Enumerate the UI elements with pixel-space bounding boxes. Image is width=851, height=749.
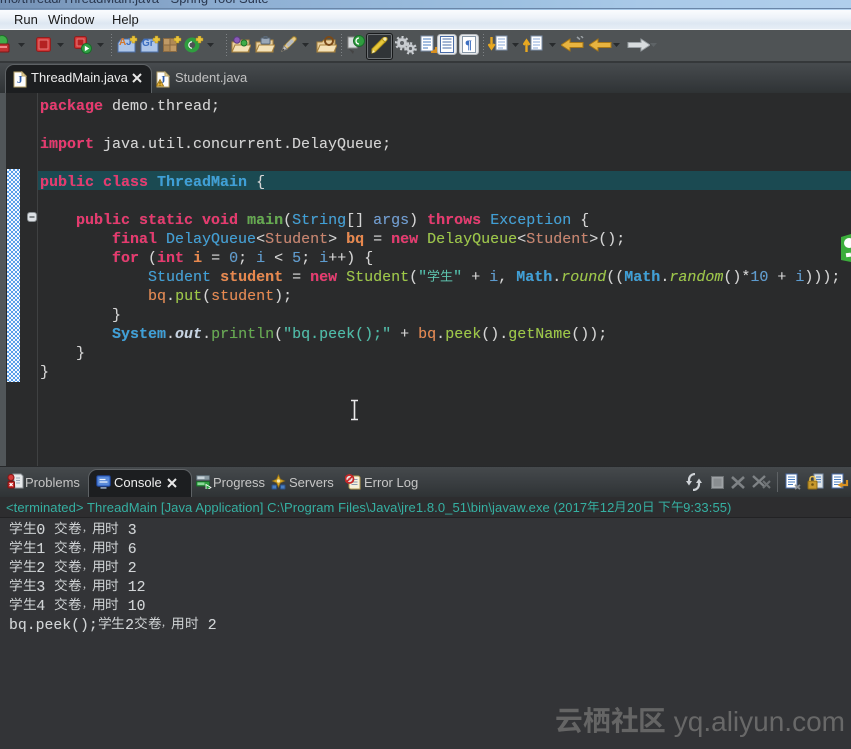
- svg-text:Gr: Gr: [142, 38, 154, 49]
- svg-text:J: J: [17, 74, 23, 86]
- svg-text:¶: ¶: [465, 37, 472, 52]
